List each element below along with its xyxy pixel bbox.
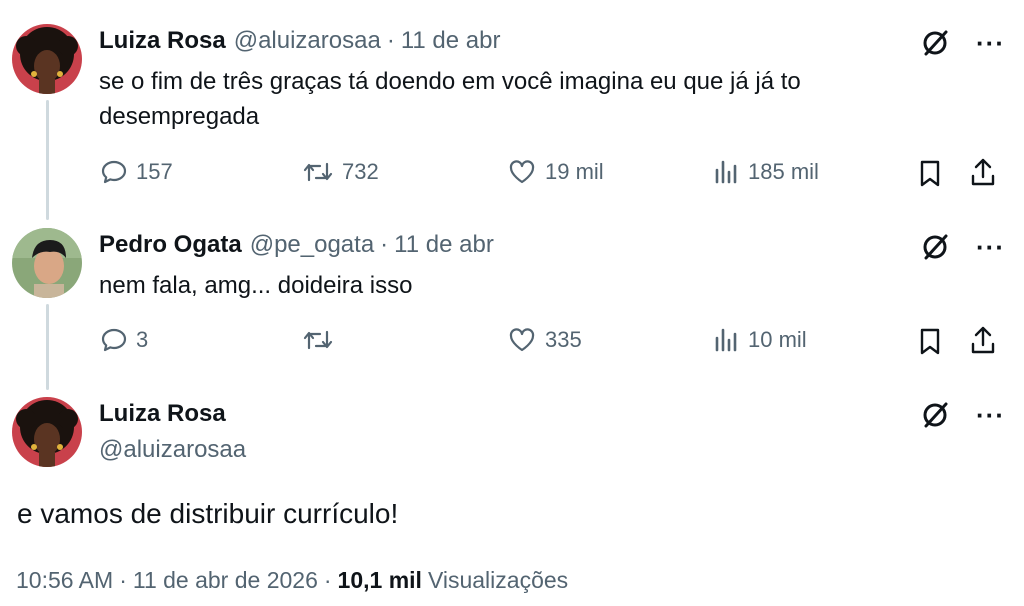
tweet-header: Pedro Ogata @pe_ogata · 11 de abr — [99, 231, 494, 259]
views-count: 185 mil — [748, 159, 819, 184]
separator: · — [386, 27, 395, 54]
more-icon[interactable]: ··· — [976, 402, 1005, 428]
grok-icon[interactable] — [920, 400, 950, 430]
more-icon[interactable]: ··· — [976, 234, 1005, 260]
tweet-top-actions: ··· — [920, 400, 1005, 430]
grok-icon[interactable] — [920, 28, 950, 58]
author-handle[interactable]: @aluizarosaa — [234, 27, 381, 55]
reply-count: 157 — [136, 159, 173, 184]
heart-icon — [507, 326, 537, 354]
tweet-text: se o fim de três graças tá doendo em voc… — [99, 64, 959, 134]
tweet-header: Luiza Rosa @aluizarosaa · 11 de abr — [99, 27, 500, 55]
views-button[interactable]: 185 mil — [712, 158, 819, 186]
author-handle[interactable]: @aluizarosaa — [99, 436, 246, 464]
like-button[interactable]: 19 mil — [507, 158, 604, 186]
more-icon[interactable]: ··· — [976, 30, 1005, 56]
views-icon — [712, 326, 740, 354]
separator: · — [119, 567, 127, 593]
reply-icon — [100, 158, 128, 186]
separator: · — [323, 567, 332, 593]
main-tweet-text: e vamos de distribuir currículo! — [17, 498, 399, 529]
views-count: 10 mil — [748, 327, 807, 352]
bookmark-icon[interactable] — [916, 158, 944, 188]
author-name[interactable]: Luiza Rosa — [99, 27, 226, 55]
tweet-top-actions: ··· — [920, 232, 1005, 262]
repost-button[interactable]: 732 — [302, 158, 379, 186]
like-count: 335 — [545, 327, 582, 352]
reply-button[interactable]: 3 — [100, 326, 148, 354]
author-name[interactable]: Luiza Rosa — [99, 400, 226, 428]
reply-count: 3 — [136, 327, 149, 352]
separator: · — [380, 231, 389, 258]
repost-button[interactable] — [302, 326, 342, 354]
avatar[interactable] — [12, 24, 82, 94]
tweet-text-line: desempregada — [99, 103, 260, 130]
views-icon — [712, 158, 740, 186]
tweet-text: nem fala, amg... doideira isso — [99, 268, 959, 303]
tweet-time[interactable]: 10:56 AM — [16, 567, 113, 594]
heart-icon — [507, 158, 537, 186]
tweet-footer: 10:56 AM · 11 de abr de 2026 · 10,1 mil … — [16, 567, 568, 594]
tweet-text-line: nem fala, amg... doideira isso — [99, 272, 413, 299]
tweet-date[interactable]: 11 de abr — [394, 231, 494, 259]
views-label: Visualizações — [427, 567, 569, 593]
share-icon[interactable] — [968, 156, 998, 188]
like-count: 19 mil — [545, 159, 604, 184]
repost-icon — [302, 326, 334, 354]
repost-icon — [302, 158, 334, 186]
author-handle[interactable]: @pe_ogata — [250, 231, 374, 259]
reply-button[interactable]: 157 — [100, 158, 173, 186]
author-name[interactable]: Pedro Ogata — [99, 231, 242, 259]
bookmark-icon[interactable] — [916, 326, 944, 356]
views-total: 10,1 mil — [337, 567, 422, 593]
share-icon[interactable] — [968, 324, 998, 356]
tweet-text-line: se o fim de três graças tá doendo em voc… — [99, 68, 801, 95]
thread-line — [46, 304, 49, 390]
reply-icon — [100, 326, 128, 354]
avatar[interactable] — [12, 397, 82, 467]
thread-line — [46, 100, 49, 220]
avatar[interactable] — [12, 228, 82, 298]
tweet-date[interactable]: 11 de abr — [401, 27, 501, 55]
grok-icon[interactable] — [920, 232, 950, 262]
like-button[interactable]: 335 — [507, 326, 582, 354]
tweet-top-actions: ··· — [920, 28, 1005, 58]
views-button[interactable]: 10 mil — [712, 326, 807, 354]
repost-count: 732 — [342, 159, 379, 184]
tweet-full-date[interactable]: 11 de abr de 2026 — [133, 567, 318, 594]
